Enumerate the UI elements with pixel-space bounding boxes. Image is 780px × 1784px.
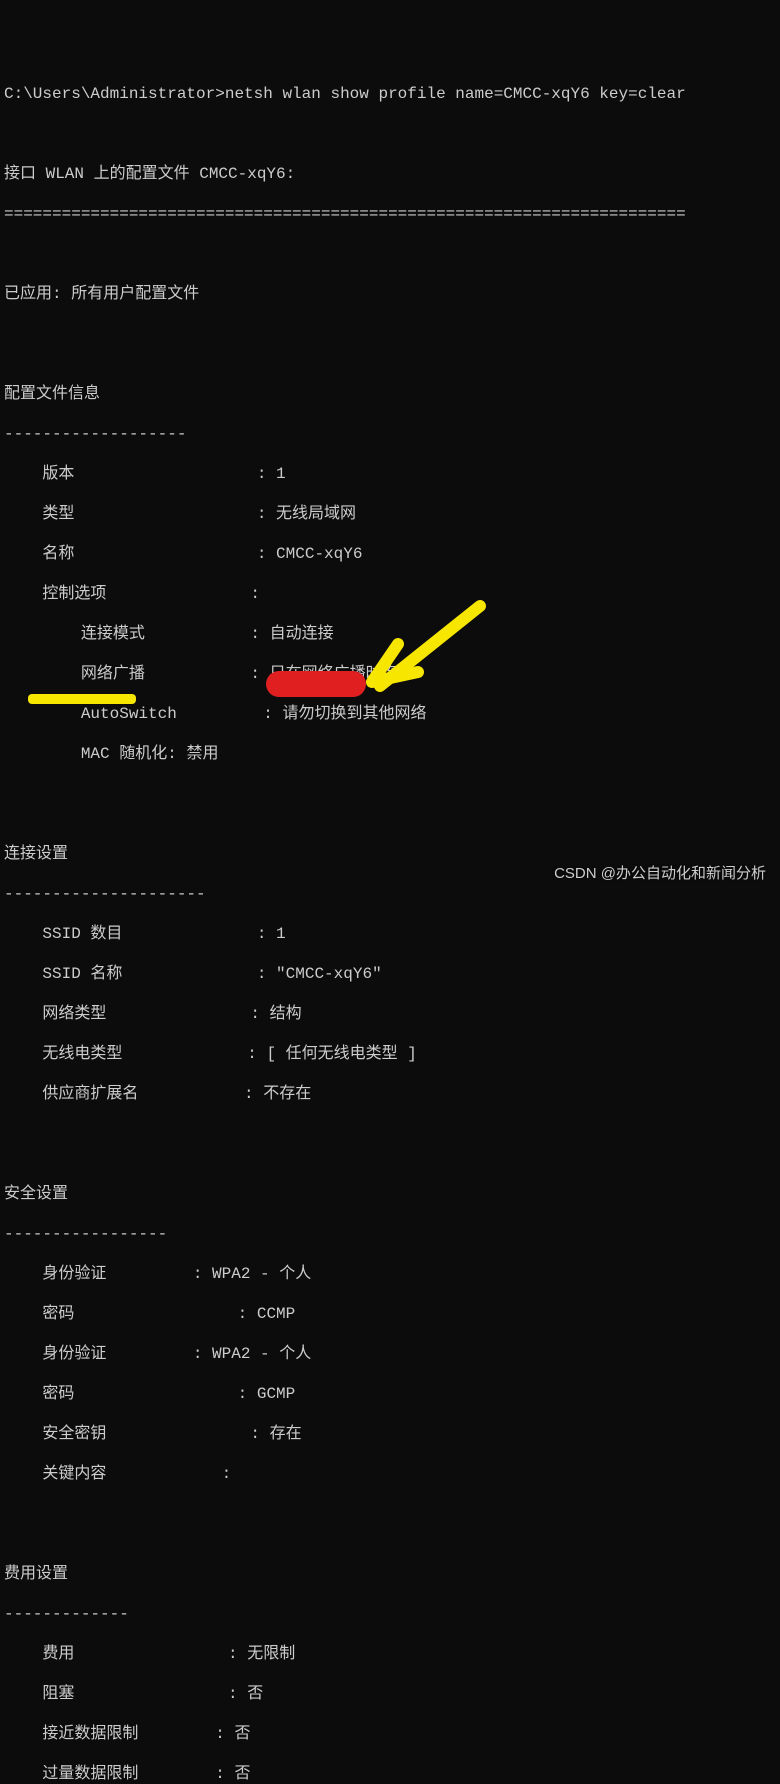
kv-row: 密码 : GCMP [4,1384,780,1404]
kv-row: 密码 : CCMP [4,1304,780,1324]
kv-row: 版本 : 1 [4,464,780,484]
kv-row: 身份验证 : WPA2 - 个人 [4,1264,780,1284]
section-header-connection: 连接设置 [4,844,780,864]
applied-line: 已应用: 所有用户配置文件 [4,284,780,304]
divider-dash: ------------------- [4,424,780,444]
blank [4,1124,780,1144]
kv-row: 类型 : 无线局域网 [4,504,780,524]
divider-equals: ========================================… [4,204,780,224]
kv-row: 接近数据限制 : 否 [4,1724,780,1744]
divider-dash: --------------------- [4,884,780,904]
kv-row: 名称 : CMCC-xqY6 [4,544,780,564]
annotation-underline [28,694,136,704]
kv-row: SSID 数目 : 1 [4,924,780,944]
kv-row: 无线电类型 : [ 任何无线电类型 ] [4,1044,780,1064]
kv-row: AutoSwitch : 请勿切换到其他网络 [4,704,780,724]
section-header-profile-info: 配置文件信息 [4,384,780,404]
kv-row: 身份验证 : WPA2 - 个人 [4,1344,780,1364]
blank [4,1504,780,1524]
kv-row: 安全密钥 : 存在 [4,1424,780,1444]
interface-header: 接口 WLAN 上的配置文件 CMCC-xqY6: [4,164,780,184]
blank [4,324,780,344]
watermark: CSDN @办公自动化和新闻分析 [554,865,766,884]
prompt-path: C:\Users\Administrator> [4,85,225,103]
annotation-redaction [266,671,366,697]
blank [4,244,780,264]
kv-row: 连接模式 : 自动连接 [4,624,780,644]
kv-row: 控制选项 : [4,584,780,604]
command-line: C:\Users\Administrator>netsh wlan show p… [4,84,780,104]
kv-row: 网络类型 : 结构 [4,1004,780,1024]
kv-row-key-content: 关键内容 : [4,1464,780,1484]
kv-row: MAC 随机化: 禁用 [4,744,780,764]
annotation-arrow-icon [360,596,490,706]
typed-command: netsh wlan show profile name=CMCC-xqY6 k… [225,85,686,103]
section-header-security: 安全设置 [4,1184,780,1204]
kv-row: SSID 名称 : "CMCC-xqY6" [4,964,780,984]
divider-dash: ----------------- [4,1224,780,1244]
blank [4,784,780,804]
kv-row: 过量数据限制 : 否 [4,1764,780,1784]
kv-row: 网络广播 : 只在网络广播时连接 [4,664,780,684]
divider-dash: ------------- [4,1604,780,1624]
section-header-cost: 费用设置 [4,1564,780,1584]
kv-row: 阻塞 : 否 [4,1684,780,1704]
kv-row: 供应商扩展名 : 不存在 [4,1084,780,1104]
kv-row: 费用 : 无限制 [4,1644,780,1664]
blank [4,124,780,144]
